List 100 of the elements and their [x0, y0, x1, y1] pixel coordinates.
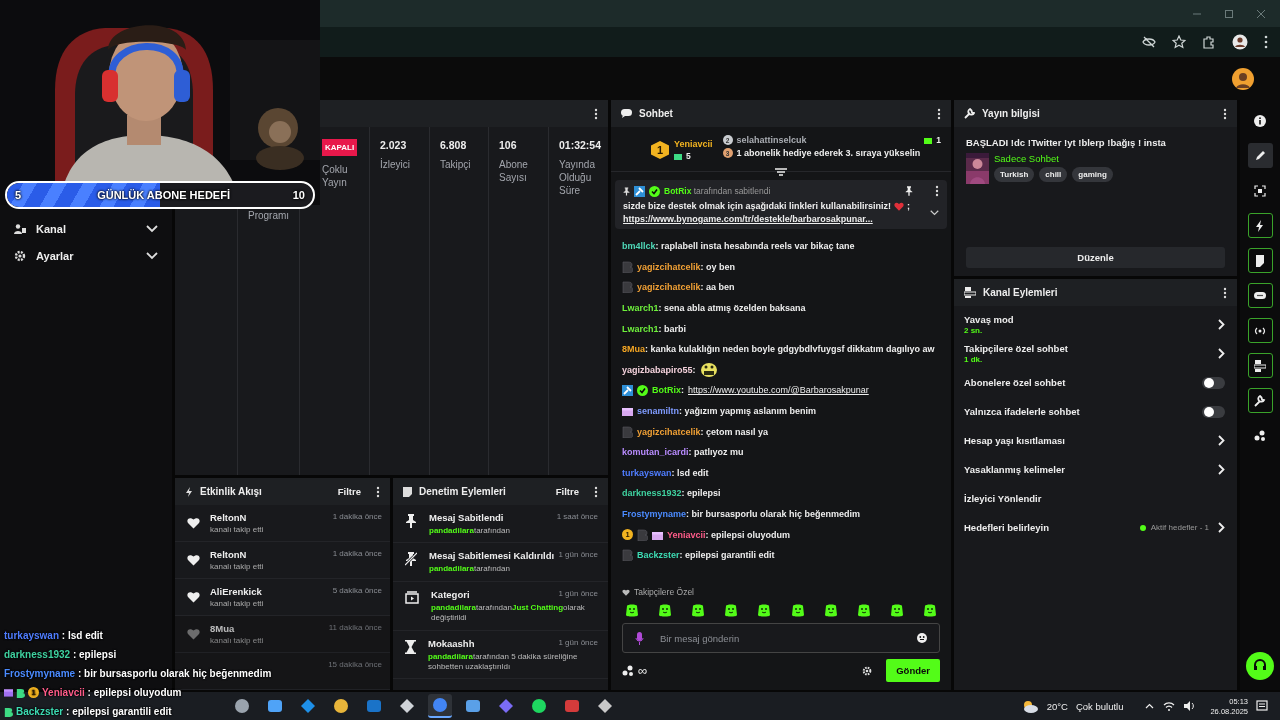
pinned-link[interactable]: https://www.bynogame.com/tr/destekle/barbarosakpunar...	[623, 214, 924, 224]
app-icon	[300, 698, 316, 714]
action-label[interactable]: Abonelere özel sohbet	[964, 377, 1197, 388]
chat-icon	[1254, 289, 1266, 302]
category-icon	[405, 590, 419, 604]
eye-off-icon[interactable]	[1142, 35, 1156, 49]
more-icon[interactable]	[935, 185, 939, 197]
collapse-icon[interactable]	[775, 168, 787, 178]
more-icon[interactable]	[594, 107, 598, 120]
action-label[interactable]: Hedefleri belirleyin	[964, 522, 1135, 533]
document-icon	[1254, 254, 1266, 267]
emote-icon[interactable]	[856, 603, 871, 617]
action-label[interactable]: Yalnızca ifadelerle sohbet	[964, 406, 1197, 417]
volume-icon[interactable]	[1184, 701, 1197, 711]
emote-icon[interactable]	[790, 603, 805, 617]
action-label[interactable]: Yavaş mod	[964, 314, 1213, 325]
emote-icon[interactable]	[625, 603, 639, 617]
filter-button[interactable]: Filtre	[329, 486, 369, 497]
weather-temperature[interactable]: 20°C	[1046, 700, 1068, 712]
more-icon[interactable]	[594, 485, 598, 498]
sidebar-tool-button[interactable]	[1247, 318, 1273, 343]
toggle-switch[interactable]	[1202, 376, 1225, 389]
send-button[interactable]: Gönder	[886, 659, 940, 682]
stat-label: Takipçi	[440, 158, 472, 171]
toggle-switch[interactable]	[1202, 405, 1225, 418]
sidebar-tool-button[interactable]	[1247, 248, 1273, 273]
chat-message: Lwarch1: barbi	[622, 323, 687, 334]
more-icon[interactable]	[1223, 107, 1227, 120]
message-field[interactable]: Bir mesaj gönderin	[622, 623, 940, 653]
chat-message: 8Mua: kanka kulaklığın neden boyle gdgybdlvfuygsf dikkatım dagılıyo aw	[622, 344, 935, 355]
emote-icon[interactable]	[658, 603, 673, 617]
sidebar-tool-button[interactable]	[1247, 353, 1273, 378]
emote-icon[interactable]	[757, 603, 772, 617]
pin-icon[interactable]	[905, 186, 913, 196]
sidebar-tool-button[interactable]	[1247, 143, 1273, 168]
maximize-icon[interactable]	[1224, 8, 1234, 19]
tag[interactable]: gaming	[1072, 167, 1113, 182]
action-label[interactable]: İzleyici Yönlendir	[964, 493, 1225, 504]
emote-icon[interactable]	[823, 603, 838, 617]
chevron-right-icon[interactable]	[1218, 348, 1225, 359]
settings-icon[interactable]	[862, 665, 873, 676]
action-label[interactable]: Yasaklanmış kelimeler	[964, 464, 1213, 475]
edit-button[interactable]: Düzenle	[966, 247, 1225, 268]
heart-icon	[894, 201, 905, 211]
filter-button[interactable]: Filtre	[547, 486, 587, 497]
tag[interactable]: Turkish	[994, 167, 1035, 182]
close-icon[interactable]	[1256, 8, 1266, 19]
sidebar-tool-button[interactable]	[1247, 283, 1273, 308]
emote-icon[interactable]	[889, 603, 904, 617]
more-icon[interactable]	[1223, 286, 1227, 299]
stat-label: Abone Sayısı	[499, 158, 529, 184]
message-input[interactable]: Bir mesaj gönderin	[658, 624, 903, 652]
emote-icon[interactable]	[923, 603, 937, 617]
action-label[interactable]: Hesap yaşı kısıtlaması	[964, 435, 1213, 446]
taskbar-button[interactable]	[428, 694, 452, 718]
event-time: 11 dakika önce	[328, 623, 382, 632]
stat-label: Çoklu Yayın	[322, 163, 349, 189]
overlay-chat-message: Backzster : epilepsi garantili edit	[16, 706, 172, 717]
dots-icon[interactable]	[622, 665, 634, 676]
chat-link[interactable]: https://www.youtube.com/@Barbarosakpunar	[688, 385, 869, 396]
user-avatar[interactable]	[1232, 67, 1254, 90]
chevron-right-icon[interactable]	[1218, 319, 1225, 330]
star-icon[interactable]	[1172, 35, 1186, 49]
category-link[interactable]: Sadece Sohbet	[994, 153, 1113, 164]
emote-icon[interactable]	[724, 603, 739, 617]
action-label[interactable]: Takipçilere özel sohbet	[964, 343, 1213, 354]
focus-icon	[1254, 184, 1266, 197]
event-user: AliErenkick	[210, 586, 263, 597]
emote-icon[interactable]	[691, 603, 706, 617]
emoji-icon[interactable]	[917, 633, 927, 643]
more-icon[interactable]	[1264, 35, 1268, 49]
extension-icon[interactable]	[1202, 35, 1216, 49]
weather-description[interactable]: Çok bulutlu	[1075, 700, 1124, 712]
chevron-right-icon[interactable]	[1218, 435, 1225, 446]
sidebar-item[interactable]: Ayarlar	[0, 242, 172, 269]
tag[interactable]: chill	[1039, 167, 1068, 182]
more-icon[interactable]	[937, 107, 941, 120]
event-time: 15 dakika önce	[328, 660, 382, 669]
notification-icon[interactable]	[1256, 700, 1268, 712]
sidebar-tool-button[interactable]	[1247, 213, 1273, 238]
leader-hint: 1 abonelik hediye ederek 3. sıraya yükselin	[736, 148, 921, 158]
wifi-icon[interactable]	[1163, 701, 1176, 711]
sidebar-item[interactable]: Kanal	[0, 215, 172, 242]
sidebar-tool-button[interactable]	[1247, 388, 1273, 413]
action-description: pandadilaratarafındanJust Chattingolarak değiştirildi	[431, 602, 586, 624]
more-icon[interactable]	[376, 485, 380, 498]
action-value: 2 sn.	[964, 326, 984, 335]
chevron-icon[interactable]	[930, 209, 939, 216]
chevron-right-icon[interactable]	[1218, 522, 1225, 533]
chevron-up-icon[interactable]	[1145, 703, 1155, 709]
chevron-right-icon[interactable]	[1218, 464, 1225, 475]
verified-icon	[649, 185, 660, 197]
dots-icon	[1254, 429, 1266, 442]
profile-icon[interactable]	[1232, 34, 1248, 50]
microphone-icon[interactable]	[635, 631, 644, 645]
support-button[interactable]	[1246, 652, 1274, 680]
subscriber-badge-icon	[637, 528, 648, 541]
settings-icon	[14, 249, 26, 262]
gift-count: 5	[686, 151, 691, 161]
chat-message: bm4llck: raplabell insta hesabında reels var bikaç tane	[622, 241, 855, 252]
